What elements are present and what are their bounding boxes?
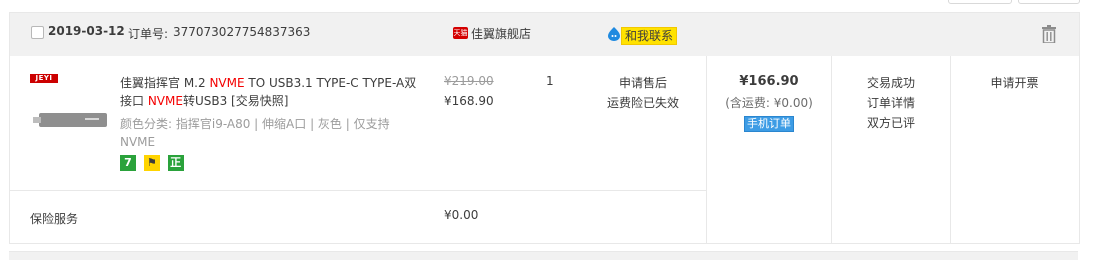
order-card: 2019-03-12 订单号: 377073027754837363 天猫 佳翼… [9,12,1080,244]
order-header: 2019-03-12 订单号: 377073027754837363 天猫 佳翼… [10,13,1079,56]
guarantee-icon[interactable]: ⚑ [143,155,160,171]
row-divider [10,190,706,191]
unit-price: ¥168.90 [444,94,494,108]
tmall-icon: 天猫 [453,27,468,39]
product-thumbnail[interactable] [33,109,109,131]
order-date: 2019-03-12 [48,24,125,38]
wangwang-icon[interactable] [608,27,620,41]
title-highlight: NVME [147,94,183,108]
title-part: 佳翼指挥官 M.2 [120,76,210,90]
trade-status: 交易成功 [866,76,915,90]
service-badges: 7 ⚑ 正 [120,155,188,171]
top-button-left[interactable] [948,0,1012,4]
order-number: 377073027754837363 [173,25,311,39]
shop-name-link[interactable]: 佳翼旗舰店 [471,25,531,42]
product-specs: 颜色分类: 指挥官i9-A80 | 伸缩A口 | 灰色 | 仅支持NVME [120,117,390,149]
quantity: 1 [546,74,554,88]
contact-seller-button[interactable]: 和我联系 [621,27,678,45]
title-highlight: NVME [209,76,245,90]
order-checkbox[interactable] [31,26,44,39]
order-details-link[interactable]: 订单详情 [832,94,950,111]
insurance-price: ¥0.00 [444,208,479,222]
request-invoice-link[interactable]: 申请开票 [951,74,1078,91]
insurance-label: 保险服务 [30,212,79,226]
product-title-link[interactable]: 佳翼指挥官 M.2 NVME TO USB3.1 TYPE-C TYPE-A双接… [120,74,420,110]
top-edge [0,0,1100,4]
title-part: 转USB3 [交易快照] [182,94,289,108]
order-number-label: 订单号: [128,27,169,41]
review-status[interactable]: 双方已评 [832,114,950,131]
seven-day-return-icon[interactable]: 7 [120,155,136,171]
after-sale-link[interactable]: 申请售后 [590,74,696,91]
shipping-fee: (含运费: ¥0.00) [725,96,813,110]
order-total: ¥166.90 [739,74,799,89]
authentic-icon[interactable]: 正 [167,155,184,171]
insurance-status: 运费险已失效 [606,96,679,110]
top-button-right[interactable] [1018,0,1080,4]
original-price: ¥219.00 [444,74,494,88]
trash-icon[interactable] [1041,25,1057,43]
brand-logo: JEYI [30,74,58,83]
mobile-order-badge: 手机订单 [744,116,794,132]
